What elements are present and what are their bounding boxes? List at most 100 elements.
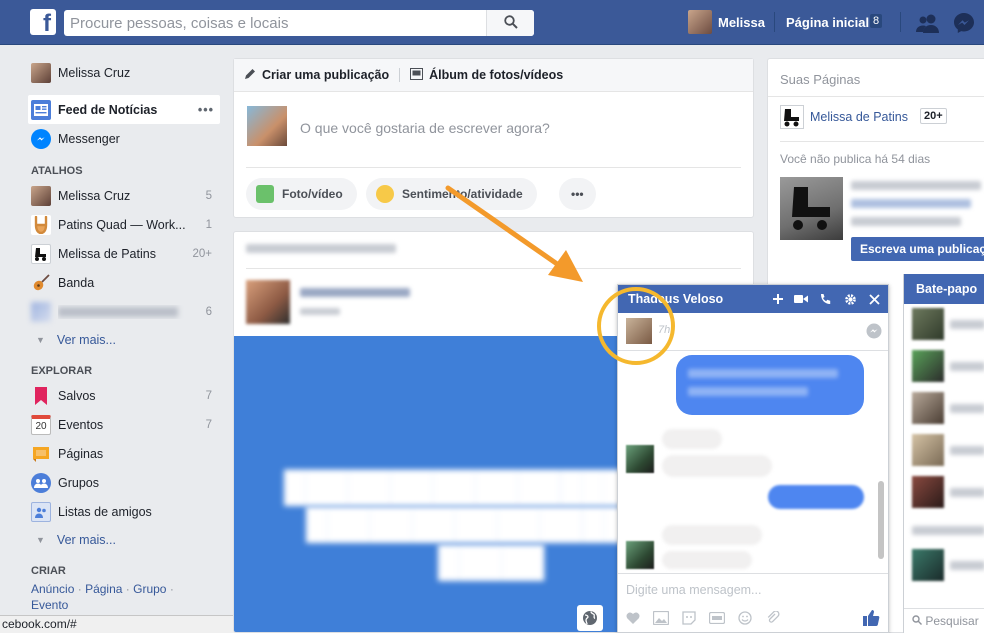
post-author-avatar[interactable] (246, 280, 290, 324)
page-name-link[interactable]: Melissa de Patins (810, 110, 908, 124)
more-options-icon[interactable]: ••• (198, 103, 214, 117)
top-separator (900, 12, 901, 32)
shortcut-count: 1 (205, 218, 212, 231)
explore-title: EXPLORAR (31, 365, 93, 377)
explore-item-pages[interactable]: Páginas (28, 439, 220, 468)
user-avatar[interactable] (688, 10, 712, 34)
page-thumbnail[interactable] (780, 177, 843, 240)
feeling-activity-label: Sentimento/atividade (402, 187, 523, 201)
explore-item-friend-lists[interactable]: Listas de amigos (28, 497, 220, 526)
explore-label: Páginas (58, 446, 104, 461)
roller-skate-icon (780, 105, 804, 129)
roller-skate-icon (31, 243, 51, 264)
chat-search[interactable]: Pesquisar (904, 608, 984, 633)
shortcut-count: 5 (205, 189, 212, 202)
home-link[interactable]: Página inicial (786, 15, 869, 30)
profile-avatar (31, 62, 51, 83)
create-page-link[interactable]: Página (85, 582, 122, 596)
page-post-text-blurred (851, 181, 981, 190)
heart-icon[interactable] (624, 609, 642, 627)
shortcuts-title: ATALHOS (31, 165, 83, 177)
photo-album-icon (410, 67, 424, 83)
create-event-link[interactable]: Evento (31, 598, 68, 612)
contact-avatar[interactable] (912, 308, 944, 340)
shortcut-label-blurred (58, 305, 206, 319)
friend-requests-icon[interactable] (916, 12, 939, 34)
contact-avatar[interactable] (912, 549, 944, 581)
attachment-icon[interactable] (764, 609, 782, 627)
phone-icon[interactable] (817, 291, 833, 307)
shortcut-item[interactable]: Patins Quad — Work... 1 (28, 210, 220, 239)
create-group-link[interactable]: Grupo (133, 582, 166, 596)
contact-avatar[interactable] (912, 434, 944, 466)
page-notification-badge: 20+ (920, 108, 947, 124)
write-post-button[interactable]: Escreva uma publicação (851, 237, 984, 261)
nav-profile[interactable]: Melissa Cruz (28, 58, 220, 87)
photo-icon (256, 185, 274, 203)
chat-contact-avatar[interactable] (626, 318, 652, 344)
user-name-link[interactable]: Melissa (718, 15, 765, 30)
nav-profile-label: Melissa Cruz (58, 65, 131, 80)
search-input[interactable] (64, 10, 484, 36)
see-more-shortcuts[interactable]: ▼ Ver mais... (28, 326, 220, 353)
nav-messenger[interactable]: Messenger (28, 124, 220, 153)
tab-photo-album-label: Álbum de fotos/vídeos (429, 68, 564, 82)
shortcut-item[interactable]: Melissa Cruz 5 (28, 181, 220, 210)
news-feed-icon (31, 99, 51, 120)
like-thumb-icon[interactable] (862, 609, 880, 627)
groups-icon (31, 472, 51, 493)
bookmark-icon (31, 386, 51, 406)
message-bubble-sent (768, 485, 864, 509)
settings-gear-icon[interactable] (842, 291, 858, 307)
search-box[interactable] (64, 10, 534, 36)
sticker-icon[interactable] (680, 609, 698, 627)
explore-item-saved[interactable]: Salvos 7 (28, 381, 220, 410)
see-more-explore[interactable]: ▼ Ver mais... (28, 526, 220, 553)
shortcut-item[interactable]: 6 (28, 297, 220, 326)
explore-item-events[interactable]: 20 Eventos 7 (28, 410, 220, 439)
composer-prompt[interactable]: O que você gostaria de escrever agora? (300, 120, 550, 136)
create-title: CRIAR (31, 565, 66, 577)
contact-avatar[interactable] (912, 392, 944, 424)
add-icon[interactable] (770, 291, 786, 307)
nav-news-feed[interactable]: Feed de Notícias ••• (28, 95, 220, 124)
message-bubble-sent (676, 355, 864, 415)
profile-avatar (31, 185, 51, 206)
chat-contact-avatar (626, 541, 654, 569)
messenger-icon[interactable] (953, 12, 975, 34)
chat-sidebar-title[interactable]: Bate-papo (904, 274, 984, 304)
contact-avatar[interactable] (912, 350, 944, 382)
gif-icon[interactable] (708, 609, 726, 627)
contact-avatar[interactable] (912, 476, 944, 508)
chat-header[interactable]: Thadeus Veloso (618, 285, 888, 313)
page-activity-note: Você não publica há 54 dias (780, 152, 931, 166)
your-pages-title: Suas Páginas (780, 72, 861, 87)
tab-create-post[interactable]: Criar uma publicação (244, 68, 389, 83)
feeling-activity-button[interactable]: Sentimento/atividade (366, 178, 537, 210)
tab-photo-album[interactable]: Álbum de fotos/vídeos (410, 67, 564, 83)
video-call-icon[interactable] (793, 291, 809, 307)
chat-message-input[interactable]: Digite uma mensagem... (618, 573, 888, 603)
explore-label: Salvos (58, 388, 96, 403)
explore-item-groups[interactable]: Grupos (28, 468, 220, 497)
see-more-label: Ver mais... (56, 532, 116, 547)
chat-contact-name[interactable]: Thadeus Veloso (628, 292, 723, 306)
message-bubble-received (662, 455, 772, 477)
close-icon[interactable] (866, 291, 882, 307)
more-options-button[interactable]: ••• (559, 178, 596, 210)
group-avatar (31, 301, 51, 322)
chevron-down-icon: ▼ (36, 334, 45, 345)
message-bubble-received (662, 525, 762, 545)
image-icon[interactable] (652, 609, 670, 627)
facebook-logo-icon[interactable]: f (30, 9, 56, 35)
globe-icon[interactable] (577, 605, 603, 631)
shortcut-item[interactable]: Melissa de Patins 20+ (28, 239, 220, 268)
page-post-text-blurred (851, 199, 971, 208)
search-button[interactable] (486, 10, 534, 36)
chat-scrollbar[interactable] (878, 481, 884, 559)
create-ad-link[interactable]: Anúncio (31, 582, 74, 596)
search-icon (912, 614, 925, 628)
shortcut-item[interactable]: Banda (28, 268, 220, 297)
photo-video-button[interactable]: Foto/vídeo (246, 178, 357, 210)
emoji-icon[interactable] (736, 609, 754, 627)
